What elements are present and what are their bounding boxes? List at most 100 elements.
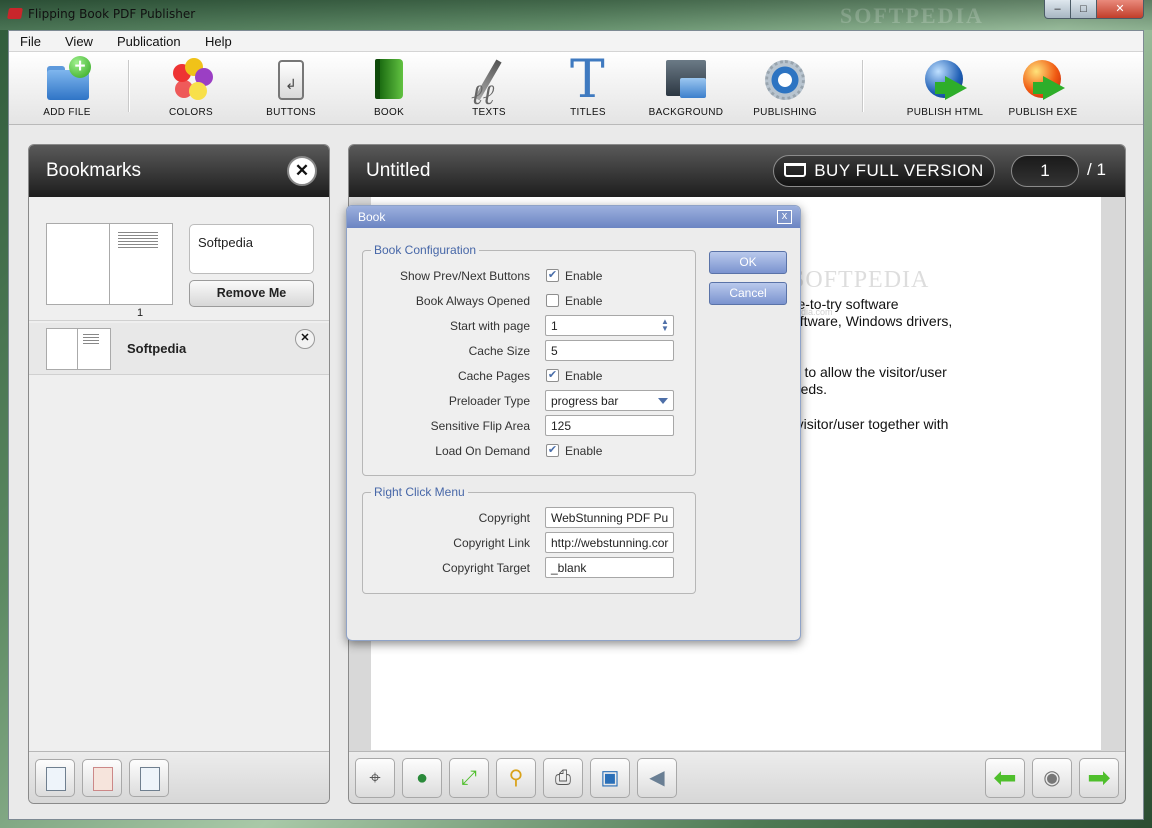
page-thumbnail-right[interactable] xyxy=(109,223,173,305)
cache-size-input[interactable]: 5 xyxy=(545,340,674,361)
printer-icon: ⎙ xyxy=(555,767,571,789)
page-text-line: e visitor/user together with xyxy=(785,416,949,432)
buttons-button[interactable]: BUTTONS xyxy=(251,56,331,118)
background-icon xyxy=(662,56,710,104)
button-icon xyxy=(267,56,315,104)
publish-exe-button[interactable]: PUBLISH EXE xyxy=(1003,56,1083,118)
flip-area-input[interactable]: 125 xyxy=(545,415,674,436)
add-file-button[interactable]: + ADD FILE xyxy=(27,56,107,118)
delete-bookmark-button[interactable]: ✕ xyxy=(295,329,315,349)
dialog-close-button[interactable]: x xyxy=(777,210,792,224)
window-close-button[interactable]: ✕ xyxy=(1096,0,1144,19)
bookmarks-header: Bookmarks ✕ xyxy=(29,145,329,197)
next-page-button[interactable]: ➡ xyxy=(1079,758,1119,798)
copyright-input[interactable]: WebStunning PDF Pu xyxy=(545,507,674,528)
buttons-label: BUTTONS xyxy=(266,107,316,118)
bookmark-item-selected[interactable]: 1 Softpedia Remove Me xyxy=(29,219,329,321)
menu-view[interactable]: View xyxy=(65,34,93,49)
bookmark-thumbnail-left xyxy=(46,328,78,370)
stepper-arrows-icon[interactable]: ▲ ▼ xyxy=(660,318,670,333)
load-on-demand-checkbox[interactable]: ✔ xyxy=(546,444,559,457)
cancel-button[interactable]: Cancel xyxy=(709,282,787,305)
minimize-button[interactable]: – xyxy=(1044,0,1071,19)
window-title: Flipping Book PDF Publisher xyxy=(28,7,196,21)
right-click-menu-legend: Right Click Menu xyxy=(374,485,465,499)
speaker-icon: ◀ xyxy=(649,767,665,789)
copyright-target-input[interactable]: _blank xyxy=(545,557,674,578)
page-number-input[interactable]: 1 xyxy=(1011,155,1079,187)
bookmarks-panel: Bookmarks ✕ 1 Softpedia Remove Me Softpe… xyxy=(28,144,330,804)
copyright-label: Copyright xyxy=(478,511,530,525)
menu-help[interactable]: Help xyxy=(205,34,232,49)
copy-pages-icon xyxy=(93,767,113,791)
buy-label: BUY FULL VERSION xyxy=(814,161,984,180)
menu-bar: File View Publication Help xyxy=(9,31,1143,52)
pages-icon xyxy=(46,767,66,791)
maximize-button[interactable]: □ xyxy=(1070,0,1097,19)
close-bookmarks-button[interactable]: ✕ xyxy=(287,156,317,186)
new-bookmark-button[interactable] xyxy=(129,759,169,797)
remove-me-button[interactable]: Remove Me xyxy=(189,280,314,307)
left-arrow-icon: ⬅ xyxy=(993,762,1017,793)
add-page-icon xyxy=(140,767,160,791)
cache-pages-checkbox[interactable]: ✔ xyxy=(546,369,559,382)
book-configuration-legend: Book Configuration xyxy=(374,243,477,257)
menu-publication[interactable]: Publication xyxy=(117,34,181,49)
publishing-button[interactable]: PUBLISHING xyxy=(745,56,825,118)
background-button[interactable]: BACKGROUND xyxy=(646,56,726,118)
pen-icon: ℓℓ xyxy=(465,56,513,111)
toolbar-separator xyxy=(128,60,130,112)
previous-page-button[interactable]: ⬅ xyxy=(985,758,1025,798)
bookmarks-footer xyxy=(29,751,329,803)
right-arrow-icon: ➡ xyxy=(1087,762,1111,793)
binoculars-button[interactable]: ⌖ xyxy=(355,758,395,798)
publish-html-label: PUBLISH HTML xyxy=(906,107,984,118)
bookmark-item[interactable]: Softpedia ✕ xyxy=(29,323,329,375)
dialog-title: Book xyxy=(358,210,386,224)
bookmark-name-field[interactable]: Softpedia xyxy=(189,224,314,274)
zoom-button[interactable]: ⚲ xyxy=(496,758,536,798)
colors-button[interactable]: COLORS xyxy=(151,56,231,118)
sound-button[interactable]: ◀ xyxy=(637,758,677,798)
buy-full-version-button[interactable]: BUY FULL VERSION xyxy=(773,155,995,187)
app-icon xyxy=(7,8,23,19)
watermark-text: SOFTPEDIA xyxy=(840,3,984,28)
bookmark-thumbnail-right xyxy=(77,328,111,370)
enable-label: Enable xyxy=(565,369,603,383)
preloader-type-select[interactable]: progress bar xyxy=(545,390,674,411)
publish-html-button[interactable]: PUBLISH HTML xyxy=(905,56,985,118)
colors-label: COLORS xyxy=(168,107,214,118)
always-opened-checkbox[interactable] xyxy=(546,294,559,307)
load-on-demand-label: Load On Demand xyxy=(435,444,530,458)
share-button[interactable]: ● xyxy=(402,758,442,798)
autoflip-button[interactable]: ◉ xyxy=(1032,758,1072,798)
fullscreen-button[interactable]: ⤢ xyxy=(449,758,489,798)
texts-button[interactable]: ℓℓ TEXTS xyxy=(449,56,529,118)
menu-file[interactable]: File xyxy=(20,34,41,49)
titles-button[interactable]: T TITLES xyxy=(548,50,628,118)
page-watermark: SOFTPEDIA xyxy=(791,267,930,293)
bookmarks-title: Bookmarks xyxy=(46,160,142,181)
bookmark-label: Softpedia xyxy=(127,341,187,356)
expand-icon: ⤢ xyxy=(461,767,477,789)
print-button[interactable]: ⎙ xyxy=(543,758,583,798)
ok-button[interactable]: OK xyxy=(709,251,787,274)
preview-header: Untitled BUY FULL VERSION 1 / 1 xyxy=(349,145,1125,197)
page-thumbnail-left[interactable] xyxy=(46,223,110,305)
toolbar: + ADD FILE COLORS BUTTONS BOOK ℓℓ TEXTS xyxy=(9,50,1143,125)
publish-exe-label: PUBLISH EXE xyxy=(1008,107,1078,118)
document-title: Untitled xyxy=(366,160,431,181)
preview-footer: ⌖ ● ⤢ ⚲ ⎙ ▣ ◀ ⬅ ◉ ➡ xyxy=(349,751,1125,803)
book-label: BOOK xyxy=(373,107,405,118)
globe-arrow-icon xyxy=(921,56,969,104)
cache-size-label: Cache Size xyxy=(468,344,530,358)
start-page-stepper[interactable]: 1 ▲ ▼ xyxy=(545,315,674,336)
copyright-link-input[interactable]: http://webstunning.cor xyxy=(545,532,674,553)
copy-bookmark-button[interactable] xyxy=(82,759,122,797)
show-prev-next-checkbox[interactable]: ✔ xyxy=(546,269,559,282)
book-button[interactable]: BOOK xyxy=(349,56,429,118)
add-bookmark-pages-button[interactable] xyxy=(35,759,75,797)
preloader-type-value: progress bar xyxy=(551,394,619,408)
start-page-label: Start with page xyxy=(449,319,530,333)
save-button[interactable]: ▣ xyxy=(590,758,630,798)
